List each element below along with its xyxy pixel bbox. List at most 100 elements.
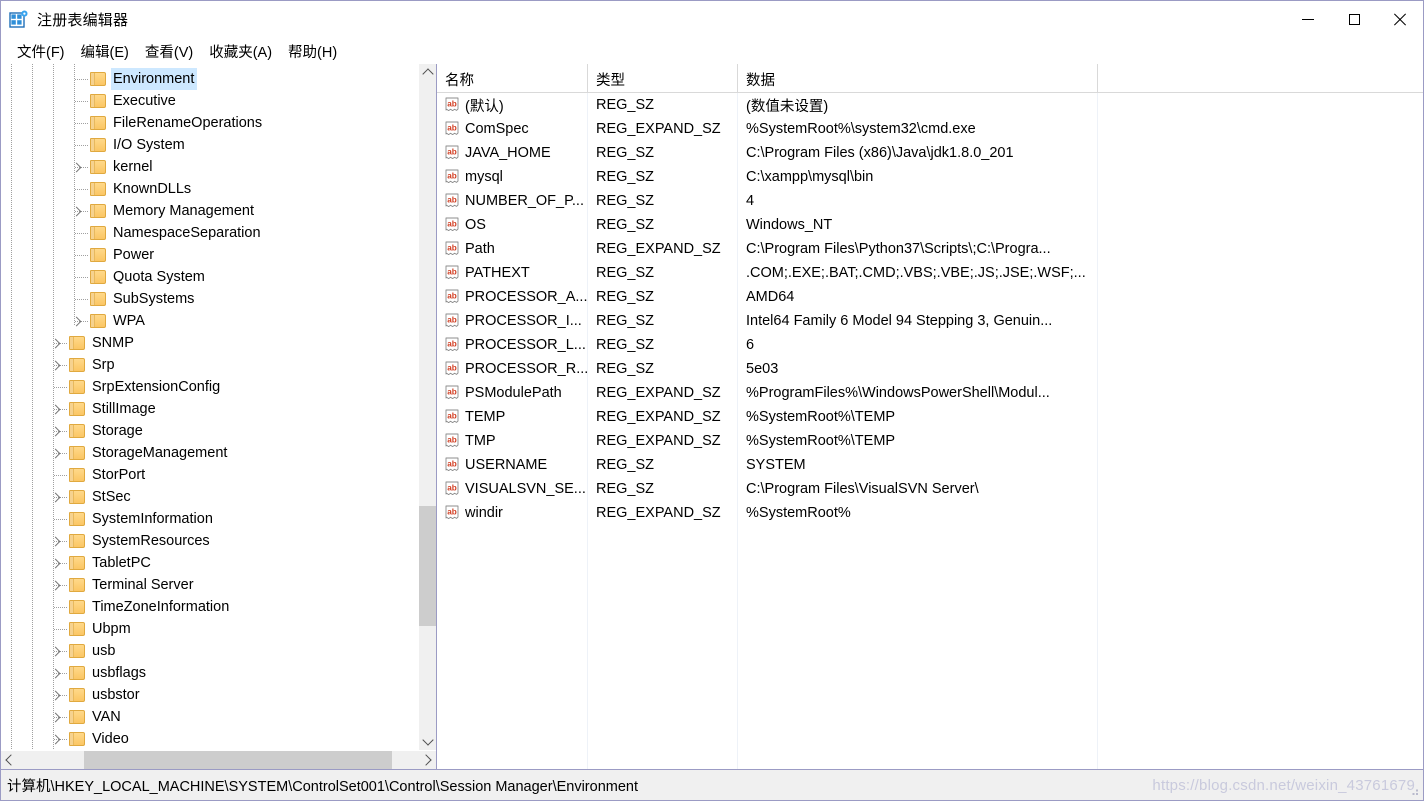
tree-item-usb[interactable]: usb: [1, 640, 418, 662]
tree-viewport[interactable]: Environment Executive FileRenameOperations…: [1, 64, 418, 750]
tree-item-stsec[interactable]: StSec: [1, 486, 418, 508]
tree-expander-chevron-right-icon[interactable]: [48, 555, 64, 571]
tree-horizontal-scrollbar[interactable]: [1, 750, 436, 769]
tree-hscroll-track[interactable]: [18, 751, 419, 769]
value-row[interactable]: ab TMP REG_EXPAND_SZ %SystemRoot%\TEMP: [437, 429, 1423, 453]
value-row[interactable]: ab ComSpec REG_EXPAND_SZ %SystemRoot%\syste…: [437, 117, 1423, 141]
tree-item-environment[interactable]: Environment: [1, 68, 418, 90]
scroll-left-button[interactable]: [1, 751, 18, 769]
value-type-cell: REG_SZ: [596, 337, 655, 353]
tree-item-systeminformation[interactable]: SystemInformation: [1, 508, 418, 530]
menu-item-file[interactable]: 文件(F): [9, 39, 73, 64]
tree-item-quota-system[interactable]: Quota System: [1, 266, 418, 288]
value-row[interactable]: ab PROCESSOR_L... REG_SZ 6: [437, 333, 1423, 357]
tree-item-executive[interactable]: Executive: [1, 90, 418, 112]
value-row[interactable]: ab USERNAME REG_SZ SYSTEM: [437, 453, 1423, 477]
tree-scroll-thumb[interactable]: [419, 506, 436, 626]
tree-expander-chevron-right-icon[interactable]: [48, 533, 64, 549]
value-row[interactable]: ab windir REG_EXPAND_SZ %SystemRoot%: [437, 501, 1423, 525]
tree-item-storport[interactable]: StorPort: [1, 464, 418, 486]
value-row[interactable]: ab JAVA_HOME REG_SZ C:\Program Files (x86)\…: [437, 141, 1423, 165]
value-data-cell: C:\Program Files (x86)\Java\jdk1.8.0_201: [746, 145, 1014, 161]
tree-item-systemresources[interactable]: SystemResources: [1, 530, 418, 552]
tree-item-label: Srp: [92, 357, 115, 373]
tree-expander-chevron-right-icon[interactable]: [48, 489, 64, 505]
value-row[interactable]: ab NUMBER_OF_P... REG_SZ 4: [437, 189, 1423, 213]
tree-expander-chevron-right-icon[interactable]: [48, 357, 64, 373]
tree-item-usbflags[interactable]: usbflags: [1, 662, 418, 684]
menu-item-help[interactable]: 帮助(H): [280, 39, 345, 64]
tree-item-filerenameoperations[interactable]: FileRenameOperations: [1, 112, 418, 134]
column-header-data[interactable]: 数据: [738, 64, 1098, 92]
tree-item-i-o-system[interactable]: I/O System: [1, 134, 418, 156]
values-list[interactable]: ab (默认) REG_SZ (数值未设置) ab ComSpec REG_EXPAND_S…: [437, 93, 1423, 769]
tree-expander-chevron-right-icon[interactable]: [48, 643, 64, 659]
tree-expander-chevron-right-icon[interactable]: [69, 313, 85, 329]
tree-item-power[interactable]: Power: [1, 244, 418, 266]
value-row[interactable]: ab PATHEXT REG_SZ .COM;.EXE;.BAT;.CMD;.VBS;…: [437, 261, 1423, 285]
tree-item-van[interactable]: VAN: [1, 706, 418, 728]
tree-item-subsystems[interactable]: SubSystems: [1, 288, 418, 310]
tree-item-snmp[interactable]: SNMP: [1, 332, 418, 354]
maximize-button[interactable]: [1331, 1, 1377, 38]
menu-item-view[interactable]: 查看(V): [137, 39, 201, 64]
tree-item-timezoneinformation[interactable]: TimeZoneInformation: [1, 596, 418, 618]
values-column-header: 名称 类型 数据: [437, 64, 1423, 93]
value-row[interactable]: ab mysql REG_SZ C:\xampp\mysql\bin: [437, 165, 1423, 189]
value-row[interactable]: ab PROCESSOR_R... REG_SZ 5e03: [437, 357, 1423, 381]
tree-item-srp[interactable]: Srp: [1, 354, 418, 376]
tree-item-terminal-server[interactable]: Terminal Server: [1, 574, 418, 596]
tree-hscroll-thumb[interactable]: [84, 751, 392, 769]
close-button[interactable]: [1377, 1, 1423, 38]
tree-item-srpextensionconfig[interactable]: SrpExtensionConfig: [1, 376, 418, 398]
tree-item-namespaceseparation[interactable]: NamespaceSeparation: [1, 222, 418, 244]
scroll-down-button[interactable]: [419, 733, 436, 750]
value-row[interactable]: ab (默认) REG_SZ (数值未设置): [437, 93, 1423, 117]
tree-expander-chevron-right-icon[interactable]: [48, 577, 64, 593]
scroll-up-button[interactable]: [419, 64, 436, 81]
tree-item-storage[interactable]: Storage: [1, 420, 418, 442]
tree-item-kernel[interactable]: kernel: [1, 156, 418, 178]
tree-expander-chevron-right-icon[interactable]: [48, 665, 64, 681]
value-type-cell: REG_EXPAND_SZ: [596, 121, 721, 137]
menu-item-favorites[interactable]: 收藏夹(A): [201, 39, 280, 64]
value-row[interactable]: ab PSModulePath REG_EXPAND_SZ %ProgramFiles…: [437, 381, 1423, 405]
tree-expander-chevron-right-icon[interactable]: [48, 335, 64, 351]
tree-expander-chevron-right-icon[interactable]: [48, 401, 64, 417]
tree-expander-chevron-right-icon[interactable]: [48, 423, 64, 439]
value-row[interactable]: ab VISUALSVN_SE... REG_SZ C:\Program Files\…: [437, 477, 1423, 501]
minimize-button[interactable]: [1285, 1, 1331, 38]
value-row[interactable]: ab PROCESSOR_A... REG_SZ AMD64: [437, 285, 1423, 309]
value-row[interactable]: ab Path REG_EXPAND_SZ C:\Program Files\Pyth…: [437, 237, 1423, 261]
column-header-name[interactable]: 名称: [437, 64, 588, 92]
tree-item-tabletpc[interactable]: TabletPC: [1, 552, 418, 574]
tree-expander-chevron-right-icon[interactable]: [48, 687, 64, 703]
tree-item-video[interactable]: Video: [1, 728, 418, 750]
tree-scroll-track[interactable]: [419, 81, 436, 733]
tree-expander-chevron-right-icon[interactable]: [48, 731, 64, 747]
tree-expander-chevron-right-icon[interactable]: [48, 445, 64, 461]
tree-expander-chevron-right-icon[interactable]: [48, 709, 64, 725]
tree-item-ubpm[interactable]: Ubpm: [1, 618, 418, 640]
tree-item-storagemanagement[interactable]: StorageManagement: [1, 442, 418, 464]
svg-text:ab: ab: [447, 363, 457, 372]
scroll-right-button[interactable]: [419, 751, 436, 769]
value-row[interactable]: ab OS REG_SZ Windows_NT: [437, 213, 1423, 237]
tree-vertical-scrollbar[interactable]: [418, 64, 436, 750]
tree-expander-chevron-right-icon[interactable]: [69, 203, 85, 219]
tree-item-wpa[interactable]: WPA: [1, 310, 418, 332]
value-data-cell: 5e03: [746, 361, 779, 377]
value-row[interactable]: ab TEMP REG_EXPAND_SZ %SystemRoot%\TEMP: [437, 405, 1423, 429]
tree-item-stillimage[interactable]: StillImage: [1, 398, 418, 420]
tree-expander-chevron-right-icon[interactable]: [69, 159, 85, 175]
tree-item-memory-management[interactable]: Memory Management: [1, 200, 418, 222]
value-name-cell: ab TMP: [437, 433, 588, 449]
tree-item-label: StSec: [92, 489, 131, 505]
resize-grip[interactable]: [1408, 785, 1420, 797]
column-header-type[interactable]: 类型: [588, 64, 738, 92]
menu-item-edit[interactable]: 编辑(E): [73, 39, 137, 64]
value-row[interactable]: ab PROCESSOR_I... REG_SZ Intel64 Family 6 M…: [437, 309, 1423, 333]
tree-item-usbstor[interactable]: usbstor: [1, 684, 418, 706]
tree-item-knowndlls[interactable]: KnownDLLs: [1, 178, 418, 200]
value-data-cell: %SystemRoot%\TEMP: [746, 433, 896, 449]
